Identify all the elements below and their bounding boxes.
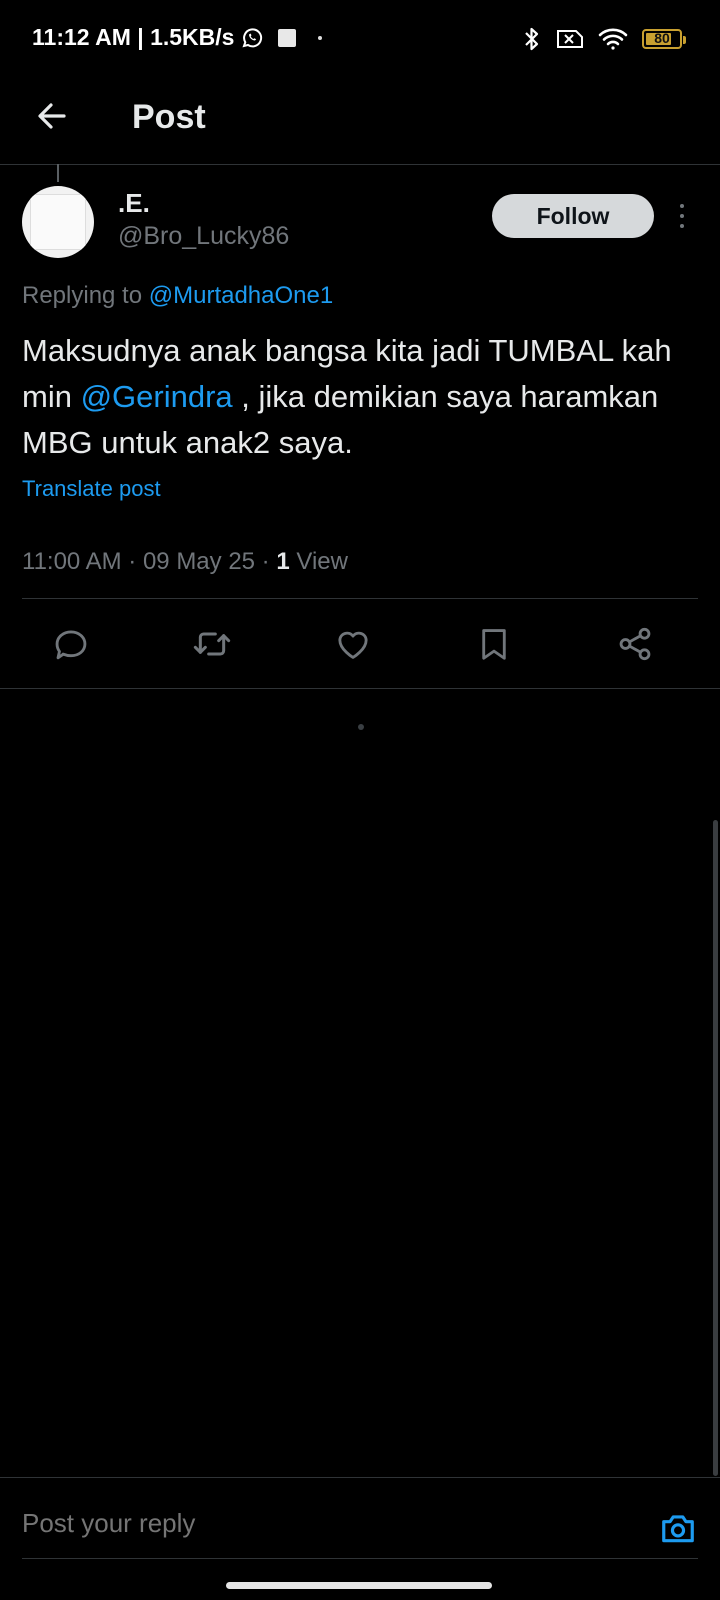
camera-button[interactable] xyxy=(658,1508,698,1548)
battery-tip xyxy=(683,36,686,44)
home-indicator[interactable] xyxy=(226,1582,492,1589)
page-title: Post xyxy=(132,98,206,136)
repost-icon xyxy=(193,632,231,656)
bookmark-icon xyxy=(482,629,506,660)
status-left: 11:12 AM | 1.5KB/s xyxy=(32,24,323,51)
author-display-name[interactable]: .E. xyxy=(118,188,150,219)
post-timestamp: 11:00 AM · 09 May 25 · xyxy=(22,548,277,575)
replying-to: Replying to @MurtadhaOne1 xyxy=(22,282,333,310)
like-button[interactable] xyxy=(331,622,375,666)
more-dot-icon xyxy=(680,204,684,208)
more-options-button[interactable] xyxy=(670,198,694,234)
wifi-icon xyxy=(598,28,628,50)
more-dot-icon xyxy=(680,224,684,228)
post-screen: 11:12 AM | 1.5KB/s 80 Post .E. @Bro_Luck… xyxy=(0,0,720,1600)
bookmark-button[interactable] xyxy=(472,622,516,666)
replying-prefix: Replying to xyxy=(22,282,143,309)
loading-indicator xyxy=(358,724,364,730)
whatsapp-icon xyxy=(242,27,263,47)
post-actions-bar xyxy=(0,610,720,680)
divider xyxy=(22,598,698,599)
views-count: 1 xyxy=(276,548,290,575)
share-button[interactable] xyxy=(613,622,657,666)
back-button[interactable] xyxy=(30,94,74,138)
translate-post-link[interactable]: Translate post xyxy=(22,476,161,502)
follow-button[interactable]: Follow xyxy=(492,194,654,238)
camera-icon xyxy=(662,1515,694,1543)
post-metadata: 11:00 AM · 09 May 25 · 1 View xyxy=(22,548,348,576)
post-text: Maksudnya anak bangsa kita jadi TUMBAL k… xyxy=(22,328,702,466)
status-right: 80 xyxy=(522,26,686,52)
avatar[interactable] xyxy=(22,186,94,258)
replying-to-mention-link[interactable]: @MurtadhaOne1 xyxy=(149,282,333,309)
share-icon xyxy=(619,627,651,661)
author-handle[interactable]: @Bro_Lucky86 xyxy=(118,222,289,251)
scrollbar[interactable] xyxy=(713,820,718,1476)
views-label: View xyxy=(289,548,348,575)
bluetooth-icon xyxy=(525,27,539,51)
reply-button[interactable] xyxy=(49,622,93,666)
top-app-bar: Post xyxy=(0,80,720,165)
status-time-speed: 11:12 AM | 1.5KB/s xyxy=(32,24,235,50)
notification-dot-icon xyxy=(318,35,323,40)
reply-icon xyxy=(55,630,87,660)
avatar-image xyxy=(30,194,86,250)
sim-off-icon xyxy=(557,30,583,48)
divider xyxy=(0,688,720,689)
thread-connector-line xyxy=(57,164,59,182)
reply-input-underline xyxy=(22,1558,698,1559)
repost-button[interactable] xyxy=(190,622,234,666)
post-mention-link[interactable]: @Gerindra xyxy=(81,379,233,414)
battery-level: 80 xyxy=(654,30,670,46)
stop-icon xyxy=(278,28,297,47)
reply-input[interactable] xyxy=(22,1508,622,1539)
more-dot-icon xyxy=(680,214,684,218)
like-icon xyxy=(338,631,368,659)
status-bar: 11:12 AM | 1.5KB/s 80 xyxy=(0,0,720,80)
divider xyxy=(0,1477,720,1478)
arrow-left-icon xyxy=(38,103,66,129)
battery-icon: 80 xyxy=(642,29,686,49)
